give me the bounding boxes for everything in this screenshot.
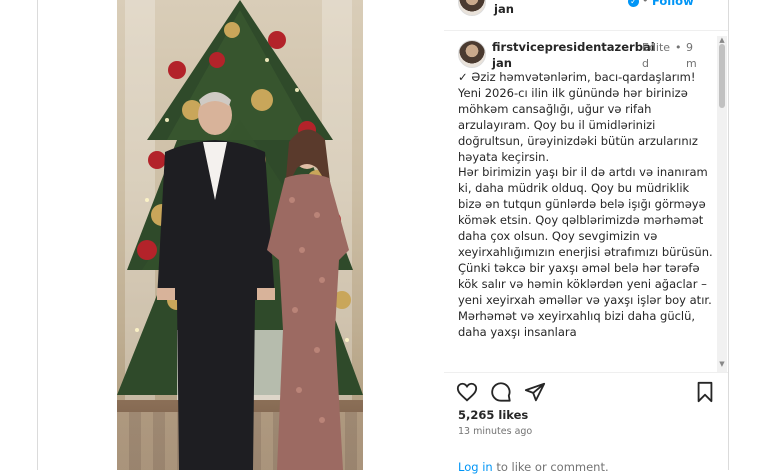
dot-separator: •: [675, 41, 682, 54]
login-prompt: Log in to like or comment.: [458, 460, 609, 474]
comment-time-unit[interactable]: m: [686, 57, 697, 70]
comment-avatar[interactable]: [458, 40, 486, 68]
comment-time[interactable]: 9: [686, 41, 693, 54]
comment-icon[interactable]: [490, 381, 512, 403]
left-divider: [37, 0, 38, 470]
like-count[interactable]: 5,265 likes: [458, 408, 528, 422]
caption-paragraph: Yeni 2026-cı ilin ilk günündə hər birini…: [458, 85, 698, 164]
post-header: jan ✓ • Follow: [444, 0, 728, 31]
caption-paragraph: ✓ Əziz həmvətənlərim, bacı-qardaşlarım!: [458, 70, 696, 84]
scroll-down-icon[interactable]: ▼: [718, 360, 726, 368]
dot-separator: •: [642, 0, 649, 7]
post-photo[interactable]: [117, 0, 363, 470]
edited-label: Edite: [642, 41, 671, 54]
post-time[interactable]: 13 minutes ago: [458, 426, 532, 437]
edited-label-tail: d: [642, 57, 649, 70]
comment-username-line2[interactable]: jan: [492, 56, 512, 71]
caption-paragraph: Çünki təkcə bir yaxşı əməl belə hər tərə…: [458, 260, 712, 339]
login-prompt-text: to like or comment.: [492, 460, 609, 474]
heart-icon[interactable]: [456, 381, 478, 403]
share-icon[interactable]: [524, 381, 546, 403]
login-link[interactable]: Log in: [458, 460, 493, 474]
caption-text: ✓ Əziz həmvətənlərim, bacı-qardaşlarım! …: [458, 70, 714, 370]
caption-scrollbar[interactable]: ▲ ▼: [717, 36, 727, 372]
comment-username-line1[interactable]: firstvicepresidentazerbai: [492, 40, 655, 55]
follow-button[interactable]: Follow: [652, 0, 694, 8]
author-username[interactable]: jan: [494, 2, 514, 17]
scroll-up-icon[interactable]: ▲: [718, 36, 726, 44]
right-divider: [728, 0, 729, 470]
verified-icon: ✓: [628, 0, 639, 7]
caption-paragraph: Hər birimizin yaşı bir il də artdı və in…: [458, 165, 713, 259]
post-side-panel: jan ✓ • Follow firstvicepresidentazerbai…: [444, 0, 728, 474]
bookmark-icon[interactable]: [694, 381, 716, 403]
left-margin: [0, 0, 37, 470]
action-bar: [444, 372, 728, 413]
author-avatar[interactable]: [458, 0, 486, 16]
people-figures: [157, 92, 349, 470]
scroll-thumb[interactable]: [719, 44, 725, 108]
